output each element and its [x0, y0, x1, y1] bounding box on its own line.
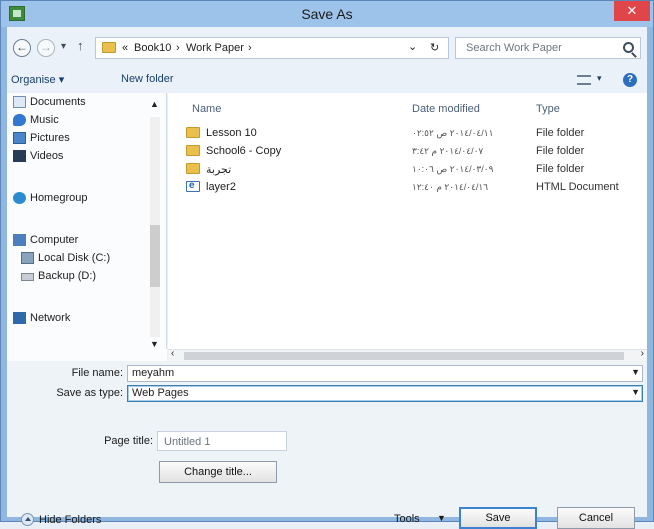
crumb-prefix[interactable]: «	[122, 42, 128, 54]
sidebar-item-label: Videos	[30, 150, 64, 162]
navigation-pane: Documents Music Pictures Videos Homegrou…	[7, 93, 167, 349]
column-header-name[interactable]: Name	[192, 103, 221, 115]
save-button[interactable]: Save	[459, 507, 537, 529]
column-header-date[interactable]: Date modified	[412, 103, 480, 115]
sidebar-bottom	[7, 349, 167, 361]
pictures-icon	[13, 132, 26, 144]
sidebar-item-label: Documents	[30, 96, 86, 108]
close-button[interactable]: ✕	[614, 1, 650, 21]
file-row[interactable]: Lesson 10 ٢٠١٤/٠٤/١١ ص ٠٢:٥٢ File folder	[186, 125, 644, 143]
address-bar[interactable]: « Book10 › Work Paper › ⌄ ↻	[95, 37, 449, 59]
search-box[interactable]: Search Work Paper	[455, 37, 641, 59]
view-options-icon[interactable]	[577, 75, 591, 85]
sidebar-item-label: Music	[30, 114, 59, 126]
horizontal-scrollbar[interactable]: ‹ ›	[168, 348, 647, 361]
file-name-value: meyahm	[132, 367, 175, 379]
title-bar[interactable]: Save As ✕	[1, 1, 653, 27]
forward-button[interactable]: →	[37, 39, 55, 57]
file-name: تجربة	[206, 164, 232, 176]
new-folder-button[interactable]: New folder	[121, 73, 174, 85]
back-button[interactable]: ←	[13, 39, 31, 57]
local-disk-icon	[21, 252, 34, 264]
change-title-button[interactable]: Change title...	[159, 461, 277, 483]
cancel-button[interactable]: Cancel	[557, 507, 635, 529]
help-icon[interactable]: ?	[623, 73, 637, 87]
window-title: Save As	[301, 6, 353, 22]
file-row[interactable]: تجربة ٢٠١٤/٠٣/٠٩ ص ١٠:٠٦ File folder	[186, 161, 644, 179]
address-dropdown-icon[interactable]: ⌄	[408, 40, 417, 53]
breadcrumb-book10[interactable]: Book10	[134, 42, 171, 54]
scroll-down-icon[interactable]: ▼	[150, 339, 159, 349]
tools-button[interactable]: Tools	[394, 513, 420, 525]
file-name-input[interactable]: meyahm ▼	[127, 365, 643, 382]
sidebar-item-label: Backup (D:)	[38, 270, 97, 282]
search-icon[interactable]	[623, 42, 634, 53]
file-date: ٢٠١٤/٠٣/٠٩ ص ١٠:٠٦	[412, 164, 494, 174]
file-date: ٢٠١٤/٠٤/١٦ م ١٢:٤٠	[412, 182, 489, 192]
dialog-body: ← → ▾ ↑ « Book10 › Work Paper › ⌄ ↻ Sear…	[7, 27, 647, 529]
folder-icon	[186, 127, 200, 138]
search-input[interactable]: Search Work Paper	[466, 42, 562, 54]
hide-folders-icon[interactable]	[21, 513, 34, 526]
file-list: Name Date modified Type Lesson 10 ٢٠١٤/٠…	[168, 93, 647, 349]
file-date: ٢٠١٤/٠٤/٠٧ م ٣:٤٢	[412, 146, 484, 156]
recent-locations-dropdown[interactable]: ▾	[61, 41, 66, 52]
html-document-icon	[186, 180, 200, 192]
file-type: HTML Document	[536, 181, 619, 193]
backup-disk-icon	[21, 273, 34, 281]
sidebar-item-label: Homegroup	[30, 192, 88, 204]
sidebar-item-label: Network	[30, 312, 71, 324]
column-header-type[interactable]: Type	[536, 103, 560, 115]
save-options-panel: File name: meyahm ▼ Save as type: Web Pa…	[7, 361, 647, 529]
navigation-bar: ← → ▾ ↑ « Book10 › Work Paper › ⌄ ↻ Sear…	[7, 27, 647, 67]
hide-folders-button[interactable]: Hide Folders	[39, 514, 101, 526]
file-type: File folder	[536, 163, 585, 175]
breadcrumb-separator[interactable]: ›	[248, 42, 252, 54]
command-bar: Organise ▾ New folder ▾ ?	[7, 67, 647, 93]
save-as-dialog: Save As ✕ ← → ▾ ↑ « Book10 › Work Paper …	[0, 0, 654, 529]
horizontal-scroll-thumb[interactable]	[184, 352, 624, 360]
breadcrumb-separator: ›	[176, 42, 180, 54]
up-button[interactable]: ↑	[77, 38, 84, 53]
file-name: Lesson 10	[206, 127, 257, 139]
homegroup-icon	[13, 192, 26, 204]
sidebar-item-label: Computer	[30, 234, 79, 246]
sidebar-item-label: Local Disk (C:)	[38, 252, 111, 264]
chevron-down-icon[interactable]: ▼	[631, 367, 640, 377]
save-as-type-value: Web Pages	[132, 387, 189, 399]
view-dropdown-icon[interactable]: ▾	[597, 73, 602, 84]
file-name: School6 - Copy	[206, 145, 282, 157]
save-as-type-select[interactable]: Web Pages ▼	[127, 385, 643, 402]
page-title-value: Untitled 1	[164, 436, 211, 448]
scroll-right-icon[interactable]: ›	[641, 348, 644, 359]
videos-icon	[13, 150, 26, 162]
refresh-icon[interactable]: ↻	[430, 41, 439, 54]
save-as-type-label: Save as type:	[56, 387, 123, 399]
folder-icon	[186, 163, 200, 174]
page-title-field: Untitled 1	[157, 431, 287, 451]
file-date: ٢٠١٤/٠٤/١١ ص ٠٢:٥٢	[412, 128, 494, 138]
computer-icon	[13, 234, 26, 246]
file-row[interactable]: School6 - Copy ٢٠١٤/٠٤/٠٧ م ٣:٤٢ File fo…	[186, 143, 644, 161]
breadcrumb-work-paper[interactable]: Work Paper	[186, 42, 244, 54]
organise-button[interactable]: Organise ▾	[11, 73, 64, 86]
file-name-label: File name:	[71, 367, 123, 379]
scroll-left-icon[interactable]: ‹	[171, 348, 174, 359]
music-icon	[13, 114, 26, 126]
sidebar-item-label: Pictures	[30, 132, 70, 144]
documents-icon	[13, 96, 26, 108]
page-title-label: Page title:	[104, 435, 153, 447]
file-type: File folder	[536, 145, 585, 157]
file-type: File folder	[536, 127, 585, 139]
folder-icon	[102, 42, 116, 53]
network-icon	[13, 312, 26, 324]
scroll-up-icon[interactable]: ▲	[150, 99, 159, 109]
file-name: layer2	[206, 181, 236, 193]
scrollbar-thumb[interactable]	[150, 225, 160, 287]
folder-icon	[186, 145, 200, 156]
chevron-down-icon[interactable]: ▼	[631, 387, 640, 397]
sidebar-scrollbar[interactable]	[150, 117, 160, 337]
file-row[interactable]: layer2 ٢٠١٤/٠٤/١٦ م ١٢:٤٠ HTML Document	[186, 179, 644, 197]
